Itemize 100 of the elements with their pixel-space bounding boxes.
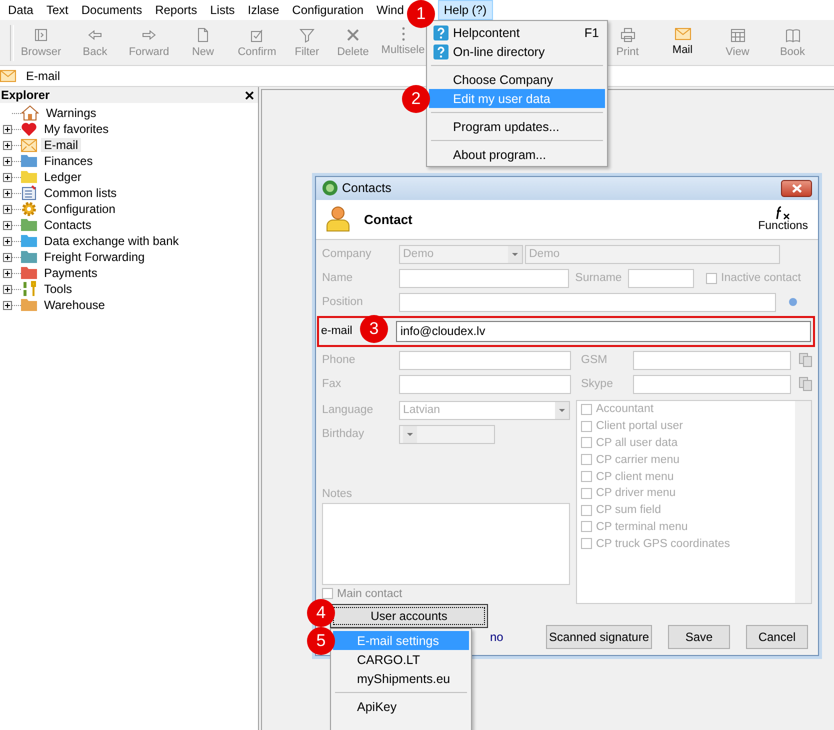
browser-icon xyxy=(33,27,49,43)
menu-bar-item[interactable]: Documents xyxy=(75,0,148,20)
breadcrumb-tab[interactable]: E-mail xyxy=(26,69,60,83)
expand-icon[interactable] xyxy=(3,172,12,182)
expand-icon[interactable] xyxy=(3,140,12,150)
tree-item[interactable]: Data exchange with bank xyxy=(41,234,182,248)
help-icon xyxy=(433,24,449,40)
menu-bar-item[interactable]: Wind xyxy=(370,0,405,20)
tree-item[interactable]: Ledger xyxy=(41,170,84,184)
menu-bar-item[interactable]: Text xyxy=(40,0,74,20)
envelope-icon xyxy=(674,27,690,41)
function-icon xyxy=(775,206,792,220)
expand-icon[interactable] xyxy=(3,188,12,198)
field-label: Position xyxy=(322,296,364,308)
toolbar-button[interactable]: Mail xyxy=(655,27,710,58)
menu-bar-item[interactable]: Izlase xyxy=(242,0,286,20)
menu-item[interactable]: myShipments.eu xyxy=(333,669,469,688)
birthday-date-picker[interactable] xyxy=(399,424,495,444)
tree-item[interactable]: My favorites xyxy=(41,122,112,136)
field-label: Phone xyxy=(322,354,356,366)
tools-icon xyxy=(21,281,37,297)
role-label: CP carrier menu xyxy=(596,454,680,466)
dialog-button[interactable]: Cancel xyxy=(746,625,808,649)
checkbox[interactable] xyxy=(581,404,592,415)
role-label: CP sum field xyxy=(596,504,661,516)
menu-bar-item[interactable]: Help (?) xyxy=(438,0,493,20)
expand-icon[interactable] xyxy=(3,268,12,278)
role-label: CP truck GPS coordinates xyxy=(596,538,730,550)
copy-icon xyxy=(799,353,812,368)
email-field[interactable]: info@cloudex.lv xyxy=(396,320,811,342)
tree-item[interactable]: Payments xyxy=(41,266,100,280)
close-button[interactable] xyxy=(781,180,812,197)
field-label: Language xyxy=(322,404,374,416)
expand-icon[interactable] xyxy=(3,204,12,214)
menu-item[interactable]: Program updates... xyxy=(429,117,605,136)
field-label: Skype xyxy=(580,378,614,390)
tree-item[interactable]: E-mail xyxy=(41,138,82,152)
checkbox[interactable] xyxy=(581,538,592,550)
menu-item[interactable]: About program... xyxy=(429,145,605,164)
close-icon[interactable] xyxy=(245,90,254,100)
expand-icon[interactable] xyxy=(3,252,12,262)
expand-icon[interactable] xyxy=(3,236,12,246)
expand-icon[interactable] xyxy=(3,124,12,134)
delete-icon xyxy=(345,27,361,43)
surname-field[interactable] xyxy=(628,268,694,288)
role-label: Client portal user xyxy=(596,420,683,432)
scrollbar[interactable] xyxy=(795,400,811,603)
caret-icon xyxy=(403,426,417,443)
tree-item[interactable]: Tools xyxy=(41,282,76,296)
role-label: CP client menu xyxy=(596,470,674,483)
dialog-button[interactable]: Save xyxy=(668,625,730,649)
functions-button[interactable]: Functions xyxy=(758,206,808,232)
name-field[interactable] xyxy=(399,268,569,288)
menu-item[interactable]: CARGO.LT xyxy=(333,650,469,669)
expand-icon[interactable] xyxy=(3,284,12,294)
expand-icon[interactable] xyxy=(3,220,12,230)
panel-title: Explorer xyxy=(1,88,50,102)
house-icon xyxy=(21,105,39,121)
menu-bar-item[interactable]: Lists xyxy=(204,0,241,20)
tree-item[interactable]: Warehouse xyxy=(41,298,108,312)
checkbox[interactable] xyxy=(581,420,592,432)
gsm-field[interactable] xyxy=(633,350,791,370)
link[interactable]: no xyxy=(490,630,504,644)
dialog-button[interactable]: Scanned signature xyxy=(546,625,652,649)
phone-field[interactable] xyxy=(399,350,571,370)
close-icon xyxy=(792,184,802,193)
tree-item[interactable]: Finances xyxy=(41,154,96,168)
menu-bar-item[interactable]: Data xyxy=(2,0,40,20)
checkbox[interactable] xyxy=(581,471,592,482)
checkbox[interactable] xyxy=(322,588,333,600)
dialog-heading: Contact xyxy=(364,212,414,227)
tree-item[interactable]: Warnings xyxy=(43,106,100,120)
skype-field[interactable] xyxy=(633,374,791,394)
checkbox[interactable] xyxy=(581,454,592,466)
menu-bar-item[interactable]: Configuration xyxy=(286,0,370,20)
tree-item[interactable]: Configuration xyxy=(41,202,118,216)
expand-icon[interactable] xyxy=(3,300,12,310)
tree-item[interactable]: Contacts xyxy=(41,218,94,232)
checkbox[interactable] xyxy=(581,488,592,499)
fax-field[interactable] xyxy=(399,374,571,394)
notes-field[interactable] xyxy=(322,502,570,585)
tree-item[interactable]: Common lists xyxy=(41,186,120,200)
menu-bar-item[interactable]: Reports xyxy=(149,0,204,20)
checkbox[interactable] xyxy=(581,504,592,516)
menu-item[interactable]: Choose Company xyxy=(429,70,605,89)
position-field[interactable] xyxy=(399,292,776,312)
menu-item[interactable]: ApiKey xyxy=(333,697,469,716)
checkbox[interactable] xyxy=(581,521,592,532)
tree-item[interactable]: Freight Forwarding xyxy=(41,250,148,264)
role-label: CP driver menu xyxy=(596,487,676,500)
help-icon xyxy=(433,44,449,60)
checkbox[interactable] xyxy=(581,437,592,448)
user-accounts-button[interactable]: User accounts xyxy=(330,604,488,628)
envelope-icon xyxy=(21,138,37,152)
field-label: Company xyxy=(322,248,372,260)
checkbox[interactable] xyxy=(706,272,717,284)
printer-icon xyxy=(620,27,636,43)
expand-icon[interactable] xyxy=(3,156,12,166)
copy-icon xyxy=(799,377,812,392)
field-label: Surname xyxy=(574,272,623,284)
